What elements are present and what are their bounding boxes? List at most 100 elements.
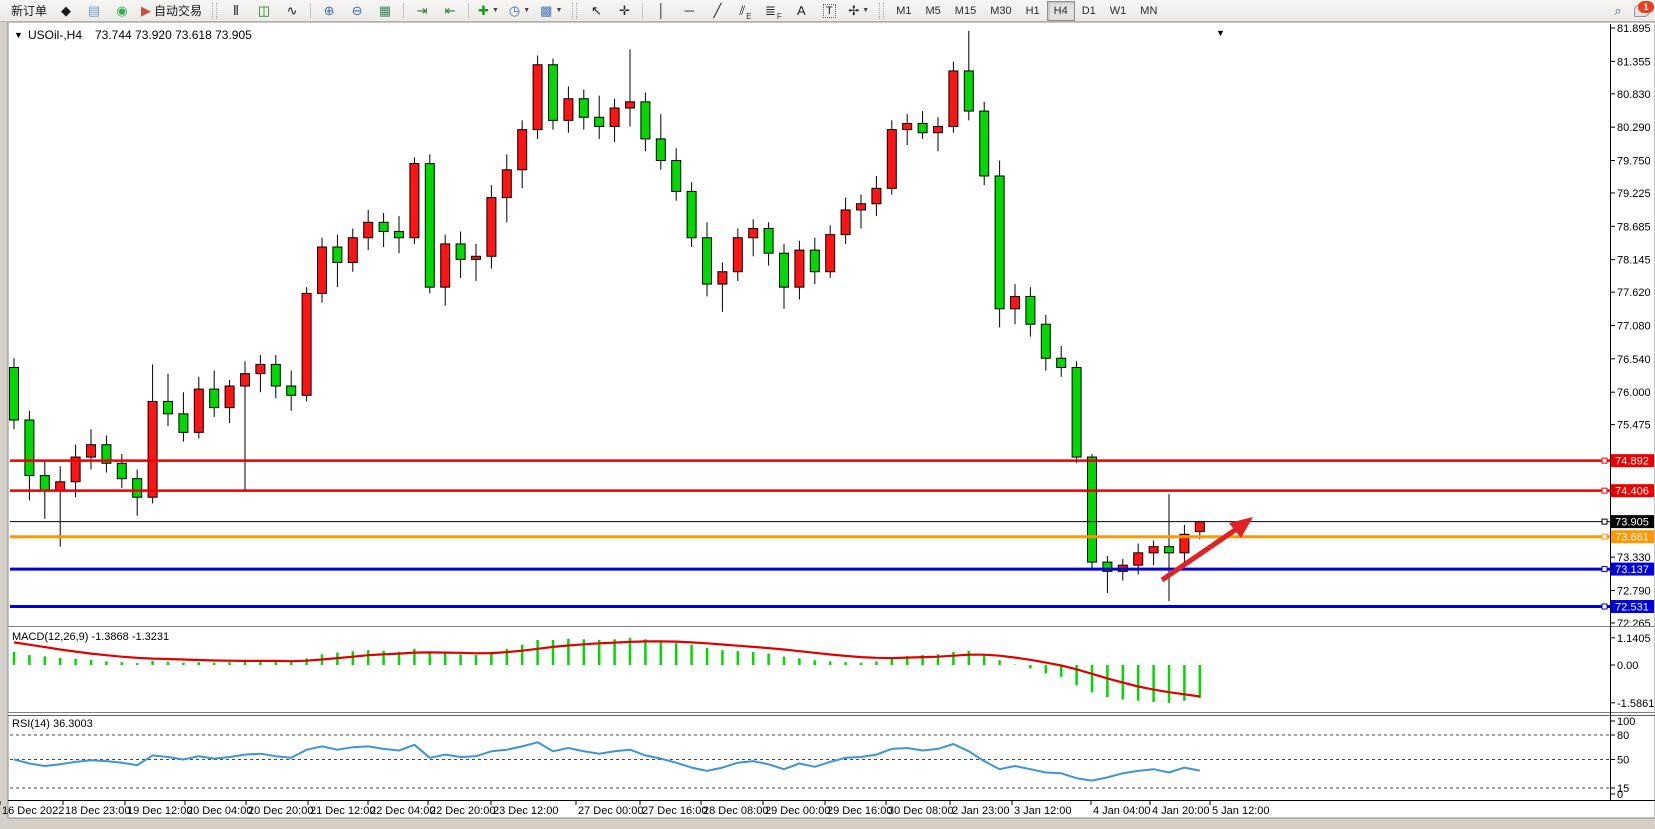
templates-button[interactable]: ▩▼ xyxy=(536,0,566,22)
trendline-icon[interactable]: ╱ xyxy=(704,0,730,22)
line-handle[interactable] xyxy=(1602,519,1607,524)
chart-title-symbol: USOil-,H4 xyxy=(28,28,82,42)
toolbar-grip[interactable] xyxy=(212,3,217,19)
zoom-out-icon: ⊖ xyxy=(352,4,363,17)
equidistant-channel-icon[interactable]: ⫽E xyxy=(732,0,758,22)
toolbar: 新订单◆▤◉▶自动交易⫴◫∿⊕⊖▦⇥⇤✚▼◷▼▩▼↖✛│─╱⫽E≣FAT✢▼M1… xyxy=(0,0,1655,22)
bar-chart-icon: ⫴ xyxy=(233,4,238,17)
line-handle[interactable] xyxy=(1602,458,1607,463)
candle-body xyxy=(918,123,927,132)
candle-body xyxy=(995,176,1004,309)
text-icon[interactable]: A xyxy=(788,0,814,22)
line-handle[interactable] xyxy=(1602,534,1607,539)
toolbar-grip[interactable] xyxy=(879,3,884,19)
candle-body xyxy=(395,232,404,238)
indicators-button[interactable]: ✚▼ xyxy=(474,0,503,22)
candle-body xyxy=(1088,457,1097,562)
timeframe-w1[interactable]: W1 xyxy=(1103,1,1134,21)
candle-body xyxy=(364,222,373,237)
price-level-label: 73.137 xyxy=(1615,564,1649,576)
candle-body xyxy=(903,123,912,129)
search-icon[interactable]: ⌕ xyxy=(1605,0,1631,22)
zoom-in-icon[interactable]: ⊕ xyxy=(316,0,342,22)
price-axis-label: 76.000 xyxy=(1617,387,1651,399)
zoom-out-icon[interactable]: ⊖ xyxy=(344,0,370,22)
candle-body xyxy=(117,463,126,478)
candle-body xyxy=(1011,296,1020,308)
time-axis-label: 22 Dec 04:00 xyxy=(370,805,435,817)
timeframe-m30[interactable]: M30 xyxy=(983,1,1018,21)
arrows-button[interactable]: ✢▼ xyxy=(844,0,873,22)
candle-body xyxy=(549,65,558,121)
gold-bars-icon[interactable]: ◆ xyxy=(53,0,79,22)
bar-chart-icon[interactable]: ⫴ xyxy=(223,0,249,22)
candle-body xyxy=(40,476,49,491)
price-axis-label: 77.620 xyxy=(1617,287,1651,299)
templates-button: ▩ xyxy=(540,4,552,17)
chart-shift-marker[interactable]: ▼ xyxy=(1216,28,1225,38)
macd-axis-label: -1.5861 xyxy=(1617,698,1654,710)
candlestick-chart-icon[interactable]: ◫ xyxy=(251,0,277,22)
candle-body xyxy=(518,130,527,170)
fibonacci-icon[interactable]: ≣F xyxy=(760,0,786,22)
new-order-button[interactable]: 新订单 xyxy=(4,0,51,22)
charts-profile-icon: ▤ xyxy=(88,4,100,17)
price-axis-label: 81.895 xyxy=(1617,23,1651,35)
candle-body xyxy=(949,71,958,127)
time-axis-label: 27 Dec 16:00 xyxy=(642,805,707,817)
timeframe-h4[interactable]: H4 xyxy=(1047,1,1075,21)
symbol-dropdown-icon[interactable]: ▼ xyxy=(14,30,23,40)
timeframe-d1[interactable]: D1 xyxy=(1075,1,1103,21)
chart-shift-icon[interactable]: ⇤ xyxy=(437,0,463,22)
time-axis-label: 28 Dec 08:00 xyxy=(703,805,768,817)
candle-body xyxy=(826,235,835,272)
dropdown-arrow-icon: ▼ xyxy=(555,7,562,14)
candle-body xyxy=(179,414,188,433)
toolbar-separator xyxy=(468,3,469,19)
price-axis-label: 76.540 xyxy=(1617,354,1651,366)
time-axis-label: 27 Dec 00:00 xyxy=(578,805,643,817)
chat-icon[interactable]: 1 xyxy=(1632,2,1652,20)
signals-icon[interactable]: ◉ xyxy=(109,0,135,22)
candle-body xyxy=(656,139,665,161)
chart-canvas: 74.89274.40673.90573.66173.13772.53181.8… xyxy=(0,22,1655,824)
dropdown-arrow-icon: ▼ xyxy=(862,7,869,14)
candle-body xyxy=(164,401,173,413)
candle-body xyxy=(579,99,588,118)
timeframe-mn[interactable]: MN xyxy=(1133,1,1164,21)
candle-body xyxy=(595,117,604,126)
tile-windows-icon[interactable]: ▦ xyxy=(372,0,398,22)
periods-button[interactable]: ◷▼ xyxy=(505,0,534,22)
time-axis-label: 4 Jan 20:00 xyxy=(1152,805,1210,817)
text-label-icon[interactable]: T xyxy=(816,0,842,22)
line-chart-icon[interactable]: ∿ xyxy=(279,0,305,22)
timeframe-m15[interactable]: M15 xyxy=(948,1,983,21)
autotrading-button[interactable]: ▶自动交易 xyxy=(137,0,206,22)
text-icon: A xyxy=(797,4,806,17)
time-axis-label: 18 Dec 23:00 xyxy=(65,805,130,817)
toolbar-grip[interactable] xyxy=(572,3,577,19)
charts-profile-icon[interactable]: ▤ xyxy=(81,0,107,22)
new-order-button-label: 新订单 xyxy=(11,2,47,19)
vertical-line-icon[interactable]: │ xyxy=(648,0,674,22)
price-axis-label: 79.225 xyxy=(1617,188,1651,200)
candle-body xyxy=(348,238,357,263)
timeframe-m5[interactable]: M5 xyxy=(919,1,948,21)
horizontal-line-icon[interactable]: ─ xyxy=(676,0,702,22)
auto-scroll-icon[interactable]: ⇥ xyxy=(409,0,435,22)
timeframe-h1[interactable]: H1 xyxy=(1019,1,1047,21)
price-axis-label: 78.145 xyxy=(1617,255,1651,267)
timeframe-m1[interactable]: M1 xyxy=(889,1,918,21)
candle-body xyxy=(302,293,311,395)
line-handle[interactable] xyxy=(1602,488,1607,493)
candle-body xyxy=(841,210,850,235)
time-axis-label: 30 Dec 08:00 xyxy=(888,805,953,817)
crosshair-icon[interactable]: ✛ xyxy=(611,0,637,22)
cursor-icon[interactable]: ↖ xyxy=(583,0,609,22)
fibonacci-icon: ≣ xyxy=(765,4,776,17)
time-axis-label: 29 Dec 16:00 xyxy=(827,805,892,817)
candle-body xyxy=(934,127,943,133)
line-handle[interactable] xyxy=(1602,604,1607,609)
candle-body xyxy=(1134,553,1143,565)
line-handle[interactable] xyxy=(1602,567,1607,572)
